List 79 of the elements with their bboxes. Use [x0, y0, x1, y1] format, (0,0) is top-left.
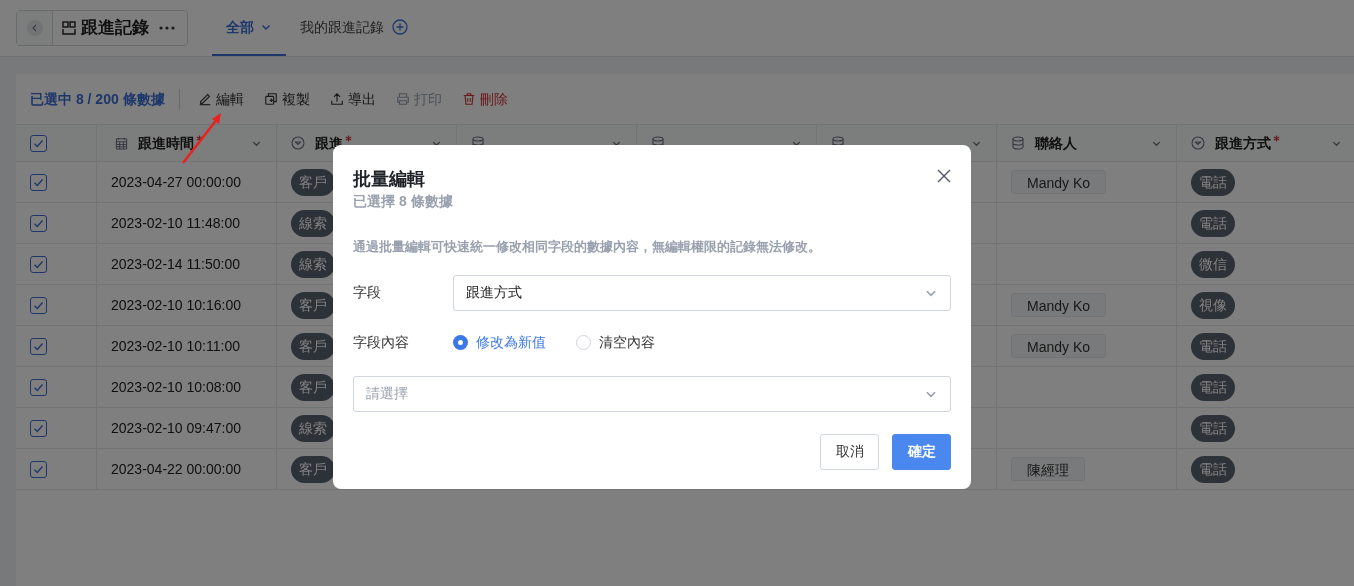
upload-icon — [329, 92, 344, 106]
calendar-icon — [115, 136, 128, 150]
tag: 電話 — [1191, 414, 1235, 442]
column-header[interactable]: 跟進方式 — [1215, 132, 1280, 154]
contact-tag: 陳經理 — [1011, 457, 1085, 481]
tag: 電話 — [1191, 373, 1235, 401]
field-select[interactable]: 跟進方式 — [453, 274, 951, 311]
toolbar-button[interactable]: 刪除 — [459, 88, 510, 110]
toolbar-button[interactable]: 編輯 — [195, 88, 246, 110]
column-header[interactable]: 聯絡人 — [1035, 132, 1077, 154]
toolbar-button[interactable]: 複製 — [261, 88, 312, 110]
tag: 線索 — [291, 250, 335, 278]
checkbox[interactable] — [30, 419, 47, 437]
tag: 電話 — [1191, 209, 1235, 237]
checkbox[interactable] — [30, 460, 47, 478]
asterisk-icon — [1273, 134, 1280, 142]
table-cell-text: 2023-04-27 00:00:00 — [111, 172, 241, 192]
table-cell-text: 2023-02-10 10:11:00 — [111, 336, 240, 356]
radio-option[interactable]: 清空內容 — [576, 332, 655, 353]
checkbox[interactable] — [30, 214, 47, 232]
checkbox[interactable] — [30, 134, 47, 152]
contact-tag: Mandy Ko — [1011, 293, 1107, 317]
tag: 客戶 — [291, 332, 335, 360]
pencil-icon — [197, 92, 212, 106]
tag: 客戶 — [291, 291, 335, 319]
tag: 電話 — [1191, 455, 1235, 483]
printer-icon — [395, 92, 410, 106]
tab[interactable]: 我的跟進記錄 — [286, 0, 422, 56]
tab[interactable]: 全部 — [212, 0, 286, 56]
tag: 客戶 — [291, 373, 335, 401]
toolbar-button[interactable]: 導出 — [327, 88, 378, 110]
tag: 客戶 — [291, 455, 335, 483]
table-cell-text: 2023-02-10 10:16:00 — [111, 295, 241, 315]
plus-circle-icon — [392, 19, 408, 35]
selection-count: 已選中 8 / 200 條數據 — [30, 88, 180, 110]
back-icon[interactable] — [25, 19, 44, 37]
close-icon[interactable] — [937, 169, 951, 183]
more-icon[interactable] — [159, 26, 175, 30]
dialog-button[interactable]: 取消 — [820, 433, 879, 470]
tag: 線索 — [291, 209, 335, 237]
dialog-title: 批量編輯 — [353, 168, 425, 191]
checkbox[interactable] — [30, 378, 47, 396]
radio-button[interactable] — [576, 335, 591, 350]
page-title: 跟進記錄 — [81, 17, 149, 40]
tag: 線索 — [291, 414, 335, 442]
checkbox[interactable] — [30, 173, 47, 191]
contact-tag: Mandy Ko — [1011, 334, 1107, 358]
contact-tag: Mandy Ko — [1011, 170, 1107, 194]
asterisk-icon — [345, 134, 352, 142]
table-cell-text: 2023-02-10 10:08:00 — [111, 377, 241, 397]
tag: 電話 — [1191, 168, 1235, 196]
dialog-button[interactable]: 確定 — [892, 433, 951, 470]
dropdown-circle-icon — [291, 136, 305, 150]
table-cell-text: 2023-02-14 11:50:00 — [111, 254, 240, 274]
checkbox[interactable] — [30, 255, 47, 273]
radio-option[interactable]: 修改為新值 — [453, 332, 546, 353]
value-select[interactable]: 請選擇 — [353, 375, 951, 412]
annotation-arrow — [180, 110, 224, 166]
tag: 視像 — [1191, 291, 1235, 319]
tag: 客戶 — [291, 168, 335, 196]
tag: 電話 — [1191, 332, 1235, 360]
field-label: 字段 — [353, 283, 382, 302]
grid-icon — [61, 20, 77, 36]
table-cell-text: 2023-04-22 00:00:00 — [111, 459, 241, 479]
dialog-note: 通過批量編輯可快速統一修改相同字段的數據內容，無編輯權限的記錄無法修改。 — [353, 238, 822, 256]
radio-button[interactable] — [453, 335, 468, 350]
column-header[interactable]: 跟進時間 — [138, 132, 203, 154]
checkbox[interactable] — [30, 337, 47, 355]
dropdown-circle-icon — [1191, 136, 1205, 150]
dialog-subtitle: 已選擇 8 條數據 — [353, 192, 454, 211]
table-cell-text: 2023-02-10 09:47:00 — [111, 418, 241, 438]
asterisk-icon — [196, 134, 203, 142]
field-label: 字段內容 — [353, 333, 410, 352]
database-icon — [1011, 136, 1025, 150]
trash-icon — [461, 92, 476, 106]
tag: 微信 — [1191, 250, 1235, 278]
checkbox[interactable] — [30, 296, 47, 314]
table-cell-text: 2023-02-10 11:48:00 — [111, 213, 240, 233]
copy-icon — [263, 92, 278, 106]
